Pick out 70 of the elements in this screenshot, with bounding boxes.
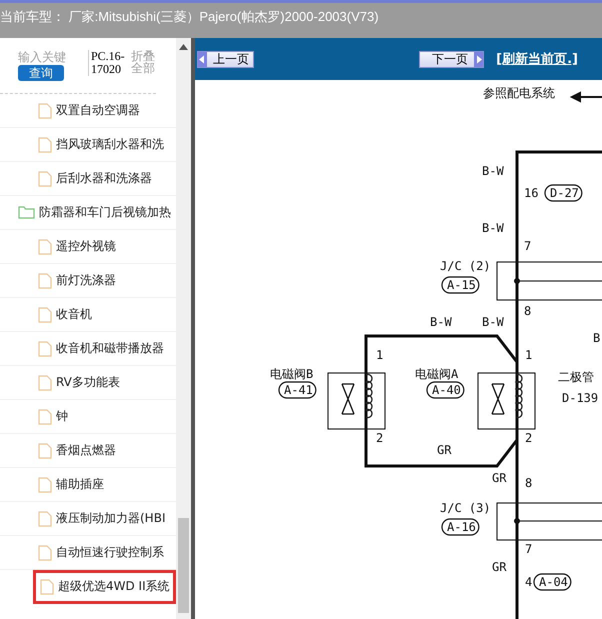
tree-item[interactable]: 收音机 [0, 298, 176, 332]
document-icon [38, 170, 52, 186]
diagram-label: GR [492, 471, 506, 485]
diagram-label: 7 [525, 542, 532, 556]
diagram-label: 8 [525, 476, 532, 490]
diagram-label: D-139 [562, 391, 598, 405]
document-icon [38, 544, 52, 560]
document-icon [38, 510, 52, 526]
diagram-label: 8 [524, 304, 532, 318]
diagram-label: B-W [482, 221, 504, 235]
tree-item[interactable]: 前灯洗涤器 [0, 264, 176, 298]
document-icon [38, 476, 52, 492]
diagram-label: 电磁阀B [270, 367, 314, 381]
code-label: PC.16-17020 [88, 50, 127, 76]
tree-item[interactable]: 液压制动加力器(HBI [0, 502, 176, 536]
refresh-page-link[interactable]: [刷新当前页.] [496, 50, 578, 68]
scrollbar[interactable] [176, 38, 191, 619]
connector-label: D-27 [544, 184, 582, 202]
document-icon [38, 136, 52, 152]
connector-label: A-40 [426, 381, 464, 399]
tree-item[interactable]: 辅助插座 [0, 468, 176, 502]
document-icon [38, 442, 52, 458]
diagram-label: 4 [525, 575, 532, 589]
diagram-label: J/C (3) [440, 501, 491, 515]
diagram-label: B-W [482, 164, 504, 178]
diagram-label: 参照配电系统 [483, 86, 555, 100]
diagram-label: B-W [482, 315, 504, 329]
diagram-label: 二极管 [558, 370, 594, 384]
diagram-label: GR [437, 443, 452, 457]
connector-label: A-16 [441, 518, 480, 536]
document-icon [40, 578, 54, 594]
diagram-label: 2 [376, 431, 384, 445]
tree-item[interactable]: 防霜器和车门后视镜加热 [0, 196, 176, 230]
document-icon [38, 102, 52, 118]
tree-item[interactable]: 自动恒速行驶控制系 [0, 536, 176, 570]
document-icon [38, 340, 52, 356]
connector-label: A-15 [441, 276, 480, 294]
scroll-up-icon[interactable] [179, 44, 188, 50]
folder-icon [18, 206, 35, 219]
search-button[interactable]: 查询 [18, 65, 64, 81]
tree-item[interactable]: 挡风玻璃刮水器和洗 [0, 128, 176, 162]
diagram-label: 16 [524, 186, 538, 200]
tree-item[interactable]: 双置自动空调器 [0, 94, 176, 128]
diagram-label: 2 [525, 431, 532, 445]
connector-label: A-04 [533, 573, 572, 591]
diagram-label: 1 [376, 348, 384, 362]
document-icon [38, 306, 52, 322]
document-icon [38, 272, 52, 288]
document-icon [38, 374, 52, 390]
tree-item[interactable]: 后刮水器和洗涤器 [0, 162, 176, 196]
tree-item[interactable]: 收音机和磁带播放器 [0, 332, 176, 366]
diagram-label: 7 [524, 239, 532, 253]
tree-item[interactable]: 钟 [0, 400, 176, 434]
diagram-label: B [593, 331, 600, 345]
tree-item[interactable]: RV多功能表 [0, 366, 176, 400]
diagram-label: 电磁阀A [415, 367, 458, 381]
document-icon [38, 408, 52, 424]
document-icon [38, 238, 52, 254]
diagram-label: J/C (2) [440, 259, 491, 273]
scrollbar-thumb[interactable] [178, 518, 189, 613]
window-title: 当前车型： 厂家:Mitsubishi(三菱）Pajero(帕杰罗)2000-2003(V73) [0, 9, 379, 24]
next-page-button[interactable]: 下一页 [419, 50, 484, 68]
diagram-label: 1 [525, 348, 532, 362]
tree-item[interactable]: 香烟点燃器 [0, 434, 176, 468]
previous-page-button[interactable]: 上一页 [197, 50, 254, 68]
tree-item[interactable]: 遥控外视镜 [0, 230, 176, 264]
diagram-label: GR [492, 560, 506, 574]
tree-item[interactable]: 超级优选4WD II系统 [33, 570, 176, 604]
connector-label: A-41 [278, 381, 316, 399]
diagram-label: B-W [430, 315, 452, 329]
